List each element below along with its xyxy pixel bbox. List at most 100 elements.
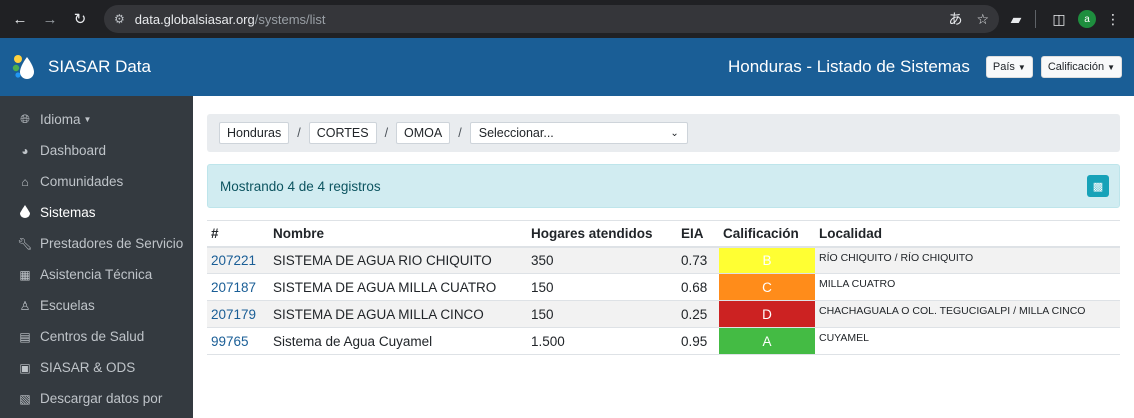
- home-icon: ⌂: [21, 174, 29, 189]
- sidebar-item-schools[interactable]: ♙ Escuelas: [0, 290, 193, 321]
- system-id-link[interactable]: 207221: [207, 246, 269, 274]
- eia-value: 0.25: [677, 300, 719, 328]
- extensions-icon[interactable]: ▰: [1003, 6, 1029, 32]
- sidebar-item-service-providers[interactable]: 🔧︎ Prestadores de Servicio: [0, 228, 193, 259]
- sidebar-item-label: Prestadores de Servicio: [40, 236, 184, 251]
- sidebar-item-label: Comunidades: [40, 174, 124, 189]
- sidebar-item-label: Dashboard: [40, 143, 107, 158]
- location-value: MILLA CUATRO: [815, 273, 1120, 301]
- breadcrumb-country[interactable]: Honduras: [219, 122, 290, 144]
- chevron-down-icon: ⌄: [670, 127, 679, 139]
- country-dropdown-button[interactable]: País ▼: [985, 56, 1033, 78]
- rating-dropdown-label: Calificación: [1047, 61, 1105, 73]
- siasar-logo-icon: [12, 55, 34, 79]
- location-value: CHACHAGUALA O COL. TEGUCIGALPI / MILLA C…: [815, 300, 1120, 328]
- sidebar-item-label: Idioma: [40, 112, 81, 127]
- column-header-name[interactable]: Nombre: [269, 220, 527, 248]
- table-row: 207187 SISTEMA DE AGUA MILLA CUATRO 150 …: [207, 273, 1120, 301]
- community-select[interactable]: Seleccionar... ⌄: [469, 122, 688, 144]
- page-title: Honduras - Listado de Sistemas: [727, 57, 970, 76]
- sidebar-item-label: Sistemas: [40, 205, 96, 220]
- sidebar-item-label: Escuelas: [40, 298, 95, 313]
- column-header-id[interactable]: #: [207, 220, 269, 248]
- sidebar-item-health-centers[interactable]: ▤ Centros de Salud: [0, 321, 193, 352]
- system-name: SISTEMA DE AGUA MILLA CUATRO: [269, 273, 527, 301]
- clipboard-icon: ▦: [19, 267, 31, 282]
- breadcrumb-municipality[interactable]: OMOA: [396, 122, 451, 144]
- dashboard-icon: ◕: [21, 143, 29, 158]
- forward-icon[interactable]: →: [38, 7, 62, 31]
- system-id-link[interactable]: 99765: [207, 327, 269, 355]
- sidebar-item-siasar-ods[interactable]: ▣ SIASAR & ODS: [0, 352, 193, 383]
- records-count-text: Mostrando 4 de 4 registros: [220, 178, 381, 194]
- export-file-icon[interactable]: ▩: [1087, 175, 1109, 197]
- rating-badge: A: [719, 327, 815, 355]
- sidebar-item-label: Centros de Salud: [40, 329, 145, 344]
- breadcrumb-separator: /: [297, 126, 301, 140]
- menu-kebab-icon[interactable]: ⋮: [1100, 6, 1126, 32]
- column-header-eia[interactable]: EIA: [677, 220, 719, 248]
- rating-dropdown-button[interactable]: Calificación ▼: [1040, 56, 1122, 78]
- households-value: 1.500: [527, 327, 677, 355]
- app-header: SIASAR Data Honduras - Listado de Sistem…: [0, 38, 1134, 96]
- sidebar: 🌐︎ Idioma ▼ ◕ Dashboard ⌂ Comunidades Sis…: [0, 96, 193, 418]
- monitor-icon: ▣: [19, 360, 31, 375]
- rating-badge: D: [719, 300, 815, 328]
- reload-icon[interactable]: ↻: [68, 7, 92, 31]
- side-panel-icon[interactable]: ◫: [1046, 6, 1072, 32]
- file-download-icon: ▧: [19, 391, 31, 406]
- table-row: 207179 SISTEMA DE AGUA MILLA CINCO 150 0…: [207, 300, 1120, 328]
- water-drop-icon: [16, 204, 34, 221]
- breadcrumb-department[interactable]: CORTES: [308, 122, 377, 144]
- eia-value: 0.73: [677, 246, 719, 274]
- column-header-rating[interactable]: Calificación: [719, 220, 815, 248]
- chevron-down-icon: ▼: [83, 115, 92, 124]
- location-value: RÍO CHIQUITO / RÍO CHIQUITO: [815, 246, 1120, 274]
- sidebar-item-communities[interactable]: ⌂ Comunidades: [0, 166, 193, 197]
- breadcrumb-separator: /: [384, 126, 389, 140]
- column-header-households[interactable]: Hogares atendidos: [527, 220, 677, 248]
- system-id-link[interactable]: 207179: [207, 300, 269, 328]
- country-dropdown-label: País: [992, 61, 1015, 73]
- chevron-down-icon: ▼: [1107, 62, 1115, 72]
- breadcrumb-separator: /: [458, 126, 462, 140]
- site-info-icon[interactable]: ⚙: [114, 12, 125, 26]
- location-value: CUYAMEL: [815, 327, 1120, 355]
- table-header-row: # Nombre Hogares atendidos EIA Calificac…: [207, 220, 1120, 248]
- sidebar-item-download-data[interactable]: ▧ Descargar datos por: [0, 383, 193, 414]
- breadcrumb: Honduras / CORTES / OMOA / Seleccionar..…: [207, 114, 1120, 152]
- browser-toolbar: ← → ↻ ⚙ data.globalsiasar.org/systems/li…: [0, 0, 1134, 38]
- sidebar-item-label: Descargar datos por: [40, 391, 163, 406]
- translate-icon[interactable]: あ: [948, 9, 962, 29]
- rating-badge: B: [719, 246, 815, 274]
- chevron-down-icon: ▼: [1017, 62, 1026, 72]
- sidebar-item-technical-assistance[interactable]: ▦ Asistencia Técnica: [0, 259, 193, 290]
- eia-value: 0.68: [677, 273, 719, 301]
- app-brand[interactable]: SIASAR Data: [48, 57, 151, 77]
- globe-icon: 🌐︎: [20, 112, 30, 126]
- sidebar-item-language[interactable]: 🌐︎ Idioma ▼: [0, 104, 193, 135]
- records-alert: Mostrando 4 de 4 registros ▩: [207, 164, 1120, 208]
- address-bar[interactable]: ⚙ data.globalsiasar.org/systems/list あ ☆: [104, 5, 999, 33]
- hospital-icon: ▤: [19, 329, 31, 344]
- table-row: 207221 SISTEMA DE AGUA RIO CHIQUITO 350 …: [207, 246, 1120, 274]
- households-value: 150: [527, 300, 677, 328]
- column-header-location[interactable]: Localidad: [815, 220, 1120, 248]
- eia-value: 0.95: [677, 327, 719, 355]
- main-content: Honduras / CORTES / OMOA / Seleccionar..…: [193, 96, 1134, 418]
- rating-badge: C: [719, 273, 815, 301]
- sidebar-item-systems[interactable]: Sistemas: [0, 197, 193, 228]
- wrench-icon: 🔧︎: [17, 236, 33, 251]
- back-icon[interactable]: ←: [8, 7, 32, 31]
- system-name: Sistema de Agua Cuyamel: [269, 327, 527, 355]
- system-name: SISTEMA DE AGUA MILLA CINCO: [269, 300, 527, 328]
- sidebar-item-dashboard[interactable]: ◕ Dashboard: [0, 135, 193, 166]
- systems-table: # Nombre Hogares atendidos EIA Calificac…: [207, 220, 1120, 355]
- url-path: /systems/list: [254, 11, 326, 27]
- sidebar-item-label: SIASAR & ODS: [40, 360, 136, 375]
- system-id-link[interactable]: 207187: [207, 273, 269, 301]
- profile-avatar[interactable]: a: [1078, 10, 1096, 28]
- sidebar-item-label: Asistencia Técnica: [40, 267, 153, 282]
- community-select-value: Seleccionar...: [478, 126, 554, 140]
- bookmark-star-icon[interactable]: ☆: [976, 11, 989, 28]
